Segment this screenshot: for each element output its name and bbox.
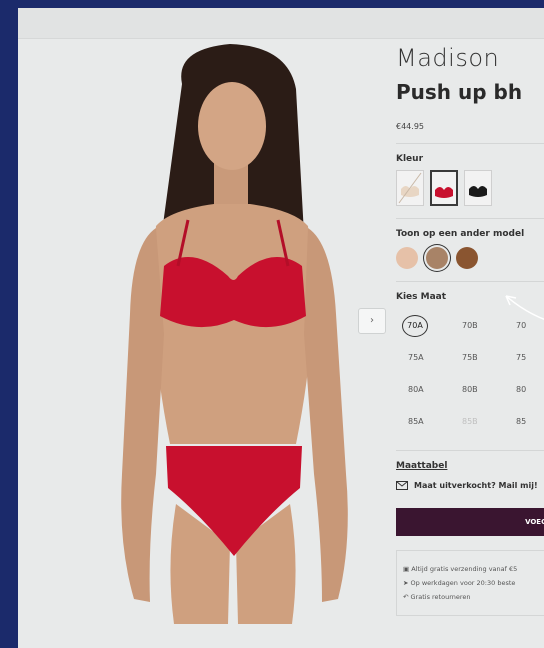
color-swatch-black[interactable]	[464, 170, 492, 206]
product-brand: Madison	[396, 44, 500, 72]
size-grid: 70A 70B 70 75A 75B 75 80A 80B 80 85A 85B…	[396, 310, 544, 438]
size-option[interactable]: 75A	[396, 342, 450, 374]
face	[198, 82, 266, 170]
carousel-next-button[interactable]: ›	[358, 308, 386, 334]
color-label: Kleur	[396, 154, 424, 164]
divider	[396, 143, 544, 144]
size-chart-link[interactable]: Maattabel	[396, 461, 544, 471]
product-image[interactable]	[100, 44, 370, 624]
product-info-panel: Madison Push up bh €44.95 Kleur Toon op …	[396, 44, 544, 616]
truck-icon: ➤	[403, 579, 411, 587]
benefit-item: ▣ Altijd gratis verzending vanaf €5	[403, 565, 518, 573]
add-to-cart-button[interactable]: VOEG TO	[396, 508, 544, 536]
benefit-item: ↶ Gratis retourneren	[403, 593, 471, 601]
color-swatches	[396, 170, 544, 206]
benefit-item: ➤ Op werkdagen voor 20:30 beste	[403, 579, 516, 587]
size-option[interactable]: 80B	[450, 374, 504, 406]
benefits-box: ▣ Altijd gratis verzending vanaf €5 ➤ Op…	[396, 550, 544, 616]
divider	[396, 218, 544, 219]
top-bar	[18, 8, 544, 39]
size-option-disabled: 85B	[462, 417, 478, 426]
return-icon: ↶	[403, 593, 411, 601]
size-option[interactable]: 70A	[396, 310, 450, 342]
left-arm	[121, 228, 164, 602]
size-option[interactable]: 70B	[450, 310, 504, 342]
model-illustration	[121, 44, 348, 624]
notify-text: Maat uitverkocht? Mail mij!	[414, 481, 538, 490]
notify-link[interactable]: Maat uitverkocht? Mail mij!	[396, 481, 544, 490]
right-arm	[304, 228, 348, 602]
color-swatch-red[interactable]	[430, 170, 458, 206]
size-option[interactable]: 85A	[396, 406, 450, 438]
size-option[interactable]: 80	[504, 374, 544, 406]
mail-icon	[396, 481, 408, 490]
product-title: Push up bh	[396, 80, 523, 104]
annotation-arrow	[505, 295, 544, 320]
size-option[interactable]: 80A	[396, 374, 450, 406]
model-selector	[396, 247, 544, 269]
model-option-dark[interactable]	[456, 247, 478, 269]
divider	[396, 450, 544, 451]
chevron-right-icon: ›	[370, 315, 374, 326]
torso	[152, 204, 314, 444]
divider	[396, 281, 544, 282]
color-swatch-beige[interactable]	[396, 170, 424, 206]
size-option[interactable]: 85	[504, 406, 544, 438]
model-label: Toon op een ander model	[396, 229, 525, 239]
model-option-light[interactable]	[396, 247, 418, 269]
product-price: €44.95	[396, 122, 424, 131]
model-option-medium[interactable]	[426, 247, 448, 269]
gift-icon: ▣	[403, 565, 412, 573]
browser-viewport: › Madison Push up bh €44.95 Kleur Toon o…	[18, 8, 544, 648]
size-option[interactable]: 75	[504, 342, 544, 374]
size-option[interactable]: 75B	[450, 342, 504, 374]
